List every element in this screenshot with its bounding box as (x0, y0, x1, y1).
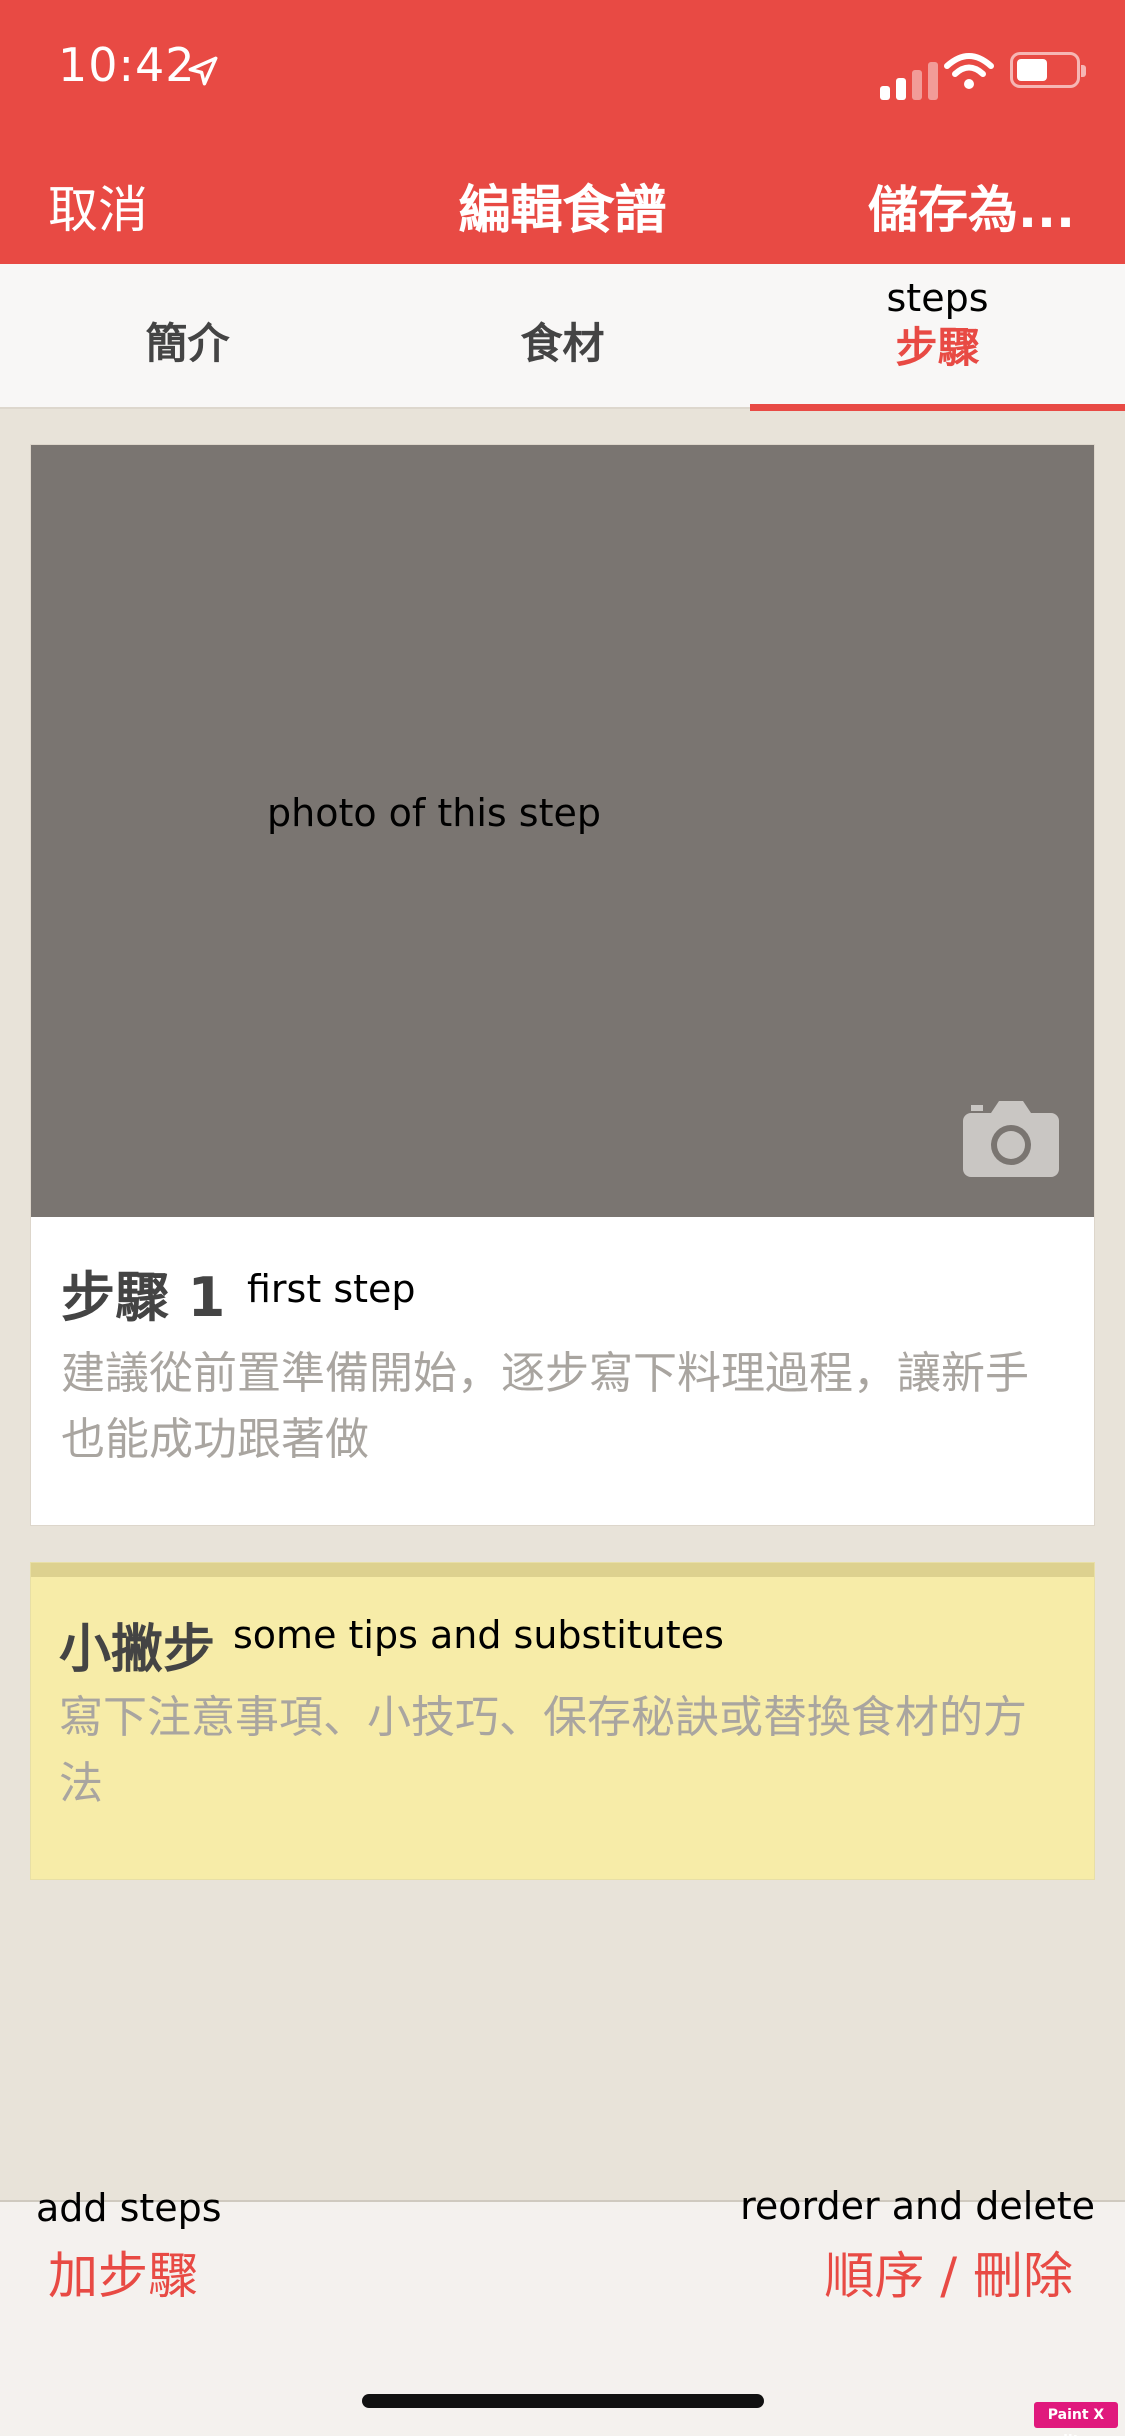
tips-card: 小撇步 some tips and substitutes 寫下注意事項、小技巧… (30, 1562, 1095, 1880)
wifi-icon (944, 53, 994, 89)
tips-title: 小撇步 (59, 1620, 216, 1680)
home-indicator[interactable] (362, 2394, 764, 2408)
photo-annotation: photo of this step (267, 791, 602, 835)
save-as-button[interactable]: 儲存為... (868, 170, 1075, 242)
tips-card-header-strip (31, 1563, 1094, 1577)
tab-intro-label: 簡介 (145, 319, 230, 368)
tab-intro[interactable]: 簡介 (0, 264, 375, 409)
step-card: photo of this step 步驟 1 first step 建議從前置… (30, 444, 1095, 1526)
tab-ingredients-label: 食材 (520, 319, 605, 368)
reorder-annotation: reorder and delete (740, 2184, 1095, 2228)
tab-steps[interactable]: steps 步驟 (750, 264, 1125, 411)
location-arrow-icon (188, 56, 218, 86)
tab-bar: 簡介 食材 steps 步驟 (0, 264, 1125, 411)
reorder-delete-button[interactable]: 順序 / 刪除 (824, 2236, 1073, 2308)
camera-icon[interactable] (961, 1099, 1061, 1179)
active-tab-indicator (750, 404, 1125, 411)
step-description-field[interactable]: 建議從前置準備開始，逐步寫下料理過程，讓新手也能成功跟著做 (61, 1341, 1071, 1473)
tab-steps-label: 步驟 (895, 323, 980, 372)
add-steps-annotation: add steps (36, 2186, 222, 2230)
watermark-badge: Paint X lite (1034, 2402, 1118, 2436)
step-photo-placeholder[interactable]: photo of this step (31, 445, 1094, 1217)
tips-description-field[interactable]: 寫下注意事項、小技巧、保存秘訣或替換食材的方法 (59, 1685, 1069, 1817)
status-time: 10:42 (58, 38, 196, 92)
tips-annotation: some tips and substitutes (233, 1613, 724, 1657)
step-annotation: first step (247, 1267, 416, 1311)
app-header: 10:42 取消 編輯食譜 儲存為... (0, 0, 1125, 264)
battery-icon (1010, 52, 1086, 88)
add-step-button[interactable]: 加步驟 (48, 2236, 198, 2308)
tab-ingredients[interactable]: 食材 (375, 264, 750, 409)
step-title: 步驟 1 (61, 1266, 226, 1329)
